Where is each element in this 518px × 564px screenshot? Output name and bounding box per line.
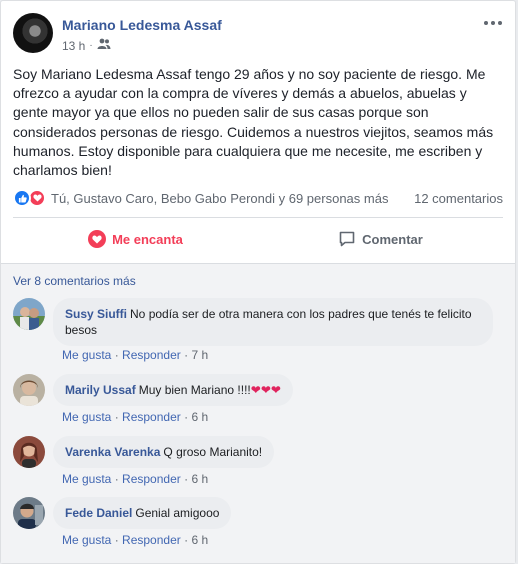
commenter-name[interactable]: Marily Ussaf xyxy=(65,383,136,397)
more-options-icon[interactable] xyxy=(483,15,503,31)
action-separator: · xyxy=(114,533,119,547)
comment-time[interactable]: 6 h xyxy=(191,410,208,424)
comment-time[interactable]: 6 h xyxy=(191,533,208,547)
commenter-name[interactable]: Fede Daniel xyxy=(65,506,132,520)
action-separator: · xyxy=(184,472,189,486)
like-reaction-icon xyxy=(13,189,31,207)
reaction-icons[interactable] xyxy=(13,189,46,207)
comment-bubble: Varenka Varenka Q groso Marianito! xyxy=(53,436,275,468)
love-button[interactable]: Me encanta xyxy=(13,223,258,255)
post-text: Soy Mariano Ledesma Assaf tengo 29 años … xyxy=(13,66,498,179)
comment-actions: Me gusta · Responder · 6 h xyxy=(62,533,208,547)
action-separator: · xyxy=(184,348,189,362)
reply-comment-button[interactable]: Responder xyxy=(122,533,181,547)
like-comment-button[interactable]: Me gusta xyxy=(62,410,111,424)
friends-audience-icon[interactable] xyxy=(97,38,111,53)
commenter-avatar[interactable] xyxy=(13,497,45,529)
reactions-row: Tú, Gustavo Caro, Bebo Gabo Perondi y 69… xyxy=(13,187,503,209)
comment-icon xyxy=(339,231,355,247)
like-comment-button[interactable]: Me gusta xyxy=(62,472,111,486)
comment-bubble: Susy Siuffi No podía ser de otra manera c… xyxy=(53,298,493,346)
action-separator: · xyxy=(114,348,119,362)
comment-bubble: Fede Daniel Genial amigooo xyxy=(53,497,232,529)
action-separator: · xyxy=(114,472,119,486)
post-header: Mariano Ledesma Assaf 13 h · xyxy=(13,13,503,57)
comment-text: Muy bien Mariano !!!! xyxy=(138,383,251,397)
heart-emoji-icon: ❤❤❤ xyxy=(250,383,281,397)
like-comment-button[interactable]: Me gusta xyxy=(62,533,111,547)
action-separator: · xyxy=(184,533,189,547)
reply-comment-button[interactable]: Responder xyxy=(122,410,181,424)
post-time[interactable]: 13 h xyxy=(62,39,85,53)
reply-comment-button[interactable]: Responder xyxy=(122,472,181,486)
comment-button-label: Comentar xyxy=(362,231,423,247)
comment-actions: Me gusta · Responder · 6 h xyxy=(62,472,208,486)
like-comment-button[interactable]: Me gusta xyxy=(62,348,111,362)
commenter-avatar[interactable] xyxy=(13,436,45,468)
comment-actions: Me gusta · Responder · 6 h xyxy=(62,410,208,424)
comment-time[interactable]: 6 h xyxy=(191,472,208,486)
comment-time[interactable]: 7 h xyxy=(191,348,208,362)
reactors-text[interactable]: Tú, Gustavo Caro, Bebo Gabo Perondi y 69… xyxy=(51,191,414,206)
divider xyxy=(13,217,503,218)
comment-text: Q groso Marianito! xyxy=(163,445,263,459)
action-separator: · xyxy=(114,410,119,424)
comment-text: Genial amigooo xyxy=(135,506,220,520)
view-more-comments-link[interactable]: Ver 8 comentarios más xyxy=(13,274,136,288)
meta-separator: · xyxy=(89,40,93,51)
post-card: Mariano Ledesma Assaf 13 h · Soy Mariano… xyxy=(0,0,516,564)
love-button-label: Me encanta xyxy=(112,231,183,247)
commenter-name[interactable]: Susy Siuffi xyxy=(65,307,127,321)
comments-count[interactable]: 12 comentarios xyxy=(414,191,503,206)
post-meta: 13 h · xyxy=(62,38,111,53)
commenter-name[interactable]: Varenka Varenka xyxy=(65,445,160,459)
commenter-avatar[interactable] xyxy=(13,374,45,406)
heart-icon xyxy=(88,230,107,248)
action-separator: · xyxy=(184,410,189,424)
author-avatar[interactable] xyxy=(13,13,53,53)
comments-section: Ver 8 comentarios más Susy Siuffi No podí… xyxy=(1,263,515,563)
action-bar: Me encanta Comentar xyxy=(13,223,503,255)
comment-button[interactable]: Comentar xyxy=(258,223,503,255)
comment-actions: Me gusta · Responder · 7 h xyxy=(62,348,208,362)
commenter-avatar[interactable] xyxy=(13,298,45,330)
reply-comment-button[interactable]: Responder xyxy=(122,348,181,362)
comment-bubble: Marily Ussaf Muy bien Mariano !!!!❤❤❤ xyxy=(53,374,293,406)
author-name[interactable]: Mariano Ledesma Assaf xyxy=(62,17,222,33)
